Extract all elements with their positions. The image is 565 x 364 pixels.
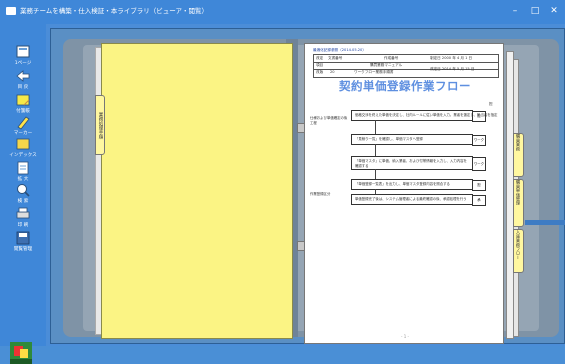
zoom-icon <box>17 161 29 175</box>
tool-label: 検 索 <box>17 199 29 204</box>
header-cell: ワークフロー業務手順書 <box>354 70 394 74</box>
header-date: 制定日 2000 年 4 月 1 日 <box>430 56 473 60</box>
datapal-logo-icon[interactable] <box>10 342 32 364</box>
header-cell: 作成番号 <box>384 56 399 60</box>
back-arrow-icon <box>16 70 30 82</box>
tool-label: インデックス <box>9 153 37 158</box>
print-icon <box>16 207 30 219</box>
tool-label: 1ページ <box>14 61 32 66</box>
header-cell: 項目 <box>316 63 324 67</box>
flow-arrow <box>375 120 376 134</box>
right-index-tab-1[interactable]: 購買業務 <box>513 133 524 177</box>
flow-step-text: 「単価マスタ」に単価、納入業者、および付帯情報を入力し、入力内容を確認する <box>355 159 467 168</box>
flow-step-text: 単価登録完了後は、システム管理者による最終確認の後、承認処理を行う <box>355 197 467 201</box>
left-page-yellow[interactable] <box>101 43 293 339</box>
doc-header-table: 改定 文書番号 作成番号 項目 購買業務マニュアル 改版 20 ワークフロー業務… <box>313 54 499 78</box>
flow-step-tag: ワーク <box>472 134 486 146</box>
right-index-tab-2[interactable]: 購買単価管理 <box>513 179 524 227</box>
left-toolbar: 1ページ 目 戻 付箋帳 マーカー インデックス 拡 大 検 索 印 刷 閲覧管… <box>0 24 46 364</box>
document-title: 契約単価登録作業フロー <box>339 79 471 93</box>
flow-step-2: 「見積り一覧」を確認し、単価マスタへ登録 ワーク <box>351 134 486 146</box>
flow-step-tag: ワーク <box>472 156 486 171</box>
left-index-tab[interactable]: 業務処理手順 <box>95 95 105 155</box>
column-header: 担 <box>489 102 493 106</box>
viewer-frame: 業務処理手順 購買業務 購買単価管理 入庫業務フロー 最適化記録参照（2014.… <box>50 28 565 344</box>
tool-label: 印 刷 <box>17 223 29 228</box>
save-icon <box>16 231 30 245</box>
maximize-button[interactable]: □ <box>528 5 542 17</box>
side-label: 仕様および単価確定の後工程 <box>310 116 348 125</box>
header-cell: 改版 <box>316 70 324 74</box>
page-number: - 1 - <box>401 334 409 339</box>
search-icon <box>17 184 30 197</box>
window-title: 業務チームを構築・仕入検証・本ライブラリ（ビューア・閲覧） <box>20 7 209 15</box>
page-icon <box>16 45 30 58</box>
sticky-note-icon <box>16 94 30 106</box>
flow-step-tag: 承 <box>472 194 486 206</box>
flow-step-5: 単価登録完了後は、システム管理者による最終確認の後、承認処理を行う 承 <box>351 194 486 206</box>
tool-manage[interactable]: 閲覧管理 <box>6 230 40 262</box>
tool-label: 目 戻 <box>17 85 29 90</box>
page-indicator-bar <box>525 220 565 225</box>
document-page[interactable]: 最適化記録参照（2014.05.20） 改定 文書番号 作成番号 項目 購買業務… <box>304 43 504 344</box>
index-icon <box>16 138 30 150</box>
close-button[interactable]: ✕ <box>547 5 561 17</box>
header-cell: 文書番号 <box>328 56 343 60</box>
flow-step-tag: 担 <box>472 110 486 122</box>
flow-arrow <box>375 169 376 179</box>
title-bar: 業務チームを構築・仕入検証・本ライブラリ（ビューア・閲覧） – □ ✕ <box>0 0 565 24</box>
header-cell: 改定 <box>316 56 324 60</box>
tool-label: 閲覧管理 <box>13 247 33 252</box>
header-cell: 20 <box>330 70 335 74</box>
flow-step-3: 「単価マスタ」に単価、納入業者、および付帯情報を入力し、入力内容を確認する ワー… <box>351 156 486 171</box>
right-index-tab-3[interactable]: 入庫業務フロー <box>513 229 524 273</box>
flow-step-tag: 担 <box>472 179 486 191</box>
side-label: 作業登録区分 <box>310 192 331 196</box>
flow-step-text: 「見積り一覧」を確認し、単価マスタへ登録 <box>355 137 423 141</box>
doc-header-label: 最適化記録参照（2014.05.20） <box>313 48 366 52</box>
flow-arrow <box>375 144 376 156</box>
flow-step-1: 価格交渉を終えた単価を決定し、社内ルールに従い単価を入力。業者を選定し、担当者を… <box>351 110 497 122</box>
viewer-stage: 業務処理手順 購買業務 購買単価管理 入庫業務フロー 最適化記録参照（2014.… <box>46 24 565 346</box>
header-date: 改定日 2014 年 5 月 15 日 <box>430 67 475 71</box>
header-cell: 購買業務マニュアル <box>370 63 403 67</box>
flow-step-text: 「単価登録一覧表」を出力し、単価マスタ登録内容を照合する <box>355 182 450 186</box>
flow-step-4: 「単価登録一覧表」を出力し、単価マスタ登録内容を照合する 担 <box>351 179 486 191</box>
minimize-button[interactable]: – <box>508 5 522 17</box>
marker-icon <box>17 116 30 130</box>
app-icon <box>6 7 16 15</box>
